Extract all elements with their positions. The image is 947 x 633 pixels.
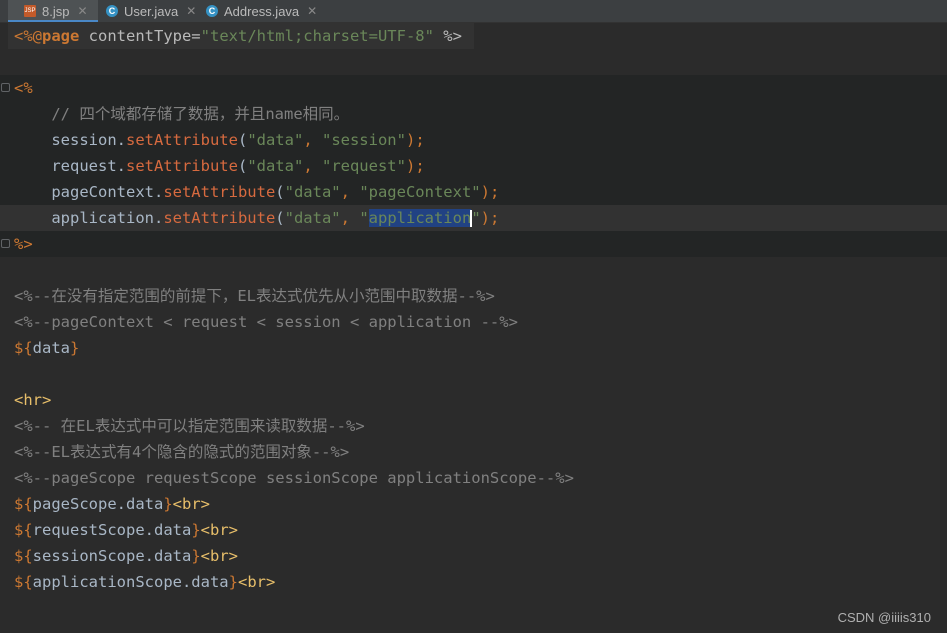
tab-label: Address.java <box>224 3 300 19</box>
comma: , <box>303 131 322 149</box>
code-line-16: <%-- 在EL表达式中可以指定范围来读取数据--%> <box>14 413 365 439</box>
html-tag: <br> <box>200 547 238 565</box>
string-literal: "session" <box>321 131 406 149</box>
statement-end: ); <box>405 131 425 149</box>
string-literal: "pageContext" <box>359 183 481 201</box>
el-expression: applicationScope.data <box>32 573 229 591</box>
code-line-4: // 四个域都存储了数据，并且name相同。 <box>14 101 349 127</box>
html-tag: <hr> <box>14 391 52 409</box>
statement-end: ); <box>405 157 425 175</box>
paren: ( <box>237 157 248 175</box>
el-open: ${ <box>14 521 33 539</box>
java-class-icon: C <box>206 5 218 17</box>
string-literal: "data" <box>284 209 341 227</box>
paren: ( <box>275 183 285 201</box>
method-name: setAttribute <box>125 131 238 149</box>
string-literal: "request" <box>321 157 406 175</box>
object-ref: request. <box>14 157 126 175</box>
code-line-1: <%@page contentType="text/html;charset=U… <box>14 23 462 49</box>
editor-tab-bar: JSP 8.jsp ✕ C User.java ✕ C Address.java… <box>0 0 947 23</box>
jsp-comment: <%-- 在EL表达式中可以指定范围来读取数据--%> <box>14 417 365 435</box>
code-editor[interactable]: <%@page contentType="text/html;charset=U… <box>0 23 947 633</box>
code-line-20: ${requestScope.data}<br> <box>14 517 238 543</box>
close-tab-icon[interactable]: ✕ <box>77 4 87 18</box>
java-class-icon: C <box>106 5 118 17</box>
tab-user-java[interactable]: C User.java ✕ <box>98 0 204 22</box>
jsp-comment: <%--pageScope requestScope sessionScope … <box>14 469 574 487</box>
attribute-value: "text/html;charset=UTF-8" <box>200 27 434 45</box>
el-close: } <box>191 521 201 539</box>
code-line-15: <hr> <box>14 387 51 413</box>
java-comment: // 四个域都存储了数据，并且name相同。 <box>14 105 350 123</box>
directive-close: %> <box>433 27 462 45</box>
code-line-7: pageContext.setAttribute("data", "pageCo… <box>14 179 499 205</box>
statement-end: ); <box>480 209 500 227</box>
method-name: setAttribute <box>163 209 276 227</box>
code-line-12: <%--pageContext < request < session < ap… <box>14 309 518 335</box>
selected-text[interactable]: application <box>368 209 472 227</box>
tab-label: User.java <box>124 3 179 19</box>
code-line-18: <%--pageScope requestScope sessionScope … <box>14 465 574 491</box>
html-tag: <br> <box>172 495 210 513</box>
code-line-21: ${sessionScope.data}<br> <box>14 543 238 569</box>
el-open: ${ <box>14 339 33 357</box>
code-line-9: %> <box>14 231 33 257</box>
el-open: ${ <box>14 573 33 591</box>
method-name: setAttribute <box>163 183 276 201</box>
comma: , <box>340 183 360 201</box>
tab-8-jsp[interactable]: JSP 8.jsp ✕ <box>8 0 98 22</box>
el-open: ${ <box>14 495 33 513</box>
watermark: CSDN @iiiis310 <box>837 610 931 625</box>
el-close: } <box>163 495 173 513</box>
el-close: } <box>228 573 238 591</box>
el-expression: sessionScope.data <box>32 547 192 565</box>
fold-close-icon[interactable] <box>1 239 10 248</box>
el-close: } <box>191 547 201 565</box>
page-keyword: page <box>42 27 80 45</box>
el-expression: requestScope.data <box>32 521 192 539</box>
scriptlet-close: %> <box>14 235 33 253</box>
el-expression: data <box>32 339 70 357</box>
quote: " <box>471 209 481 227</box>
tab-label: 8.jsp <box>42 3 70 19</box>
code-line-22: ${applicationScope.data}<br> <box>14 569 275 595</box>
el-expression: pageScope.data <box>32 495 164 513</box>
html-tag: <br> <box>200 521 238 539</box>
paren: ( <box>275 209 285 227</box>
comma: , <box>303 157 322 175</box>
fold-open-icon[interactable] <box>1 83 10 92</box>
code-line-3: <% <box>14 75 33 101</box>
close-tab-icon[interactable]: ✕ <box>307 4 317 18</box>
code-line-19: ${pageScope.data}<br> <box>14 491 210 517</box>
jsp-comment: <%--EL表达式有4个隐含的隐式的范围对象--%> <box>14 443 350 461</box>
jsp-directive-open: <%@ <box>14 27 42 45</box>
quote: " <box>359 209 369 227</box>
string-literal: "data" <box>247 131 304 149</box>
jsp-file-icon: JSP <box>24 5 36 17</box>
code-line-13: ${data} <box>14 335 79 361</box>
object-ref: pageContext. <box>14 183 164 201</box>
close-tab-icon[interactable]: ✕ <box>186 4 196 18</box>
comma: , <box>340 209 360 227</box>
el-close: } <box>70 339 80 357</box>
string-literal: "data" <box>284 183 341 201</box>
html-tag: <br> <box>237 573 276 591</box>
statement-end: ); <box>480 183 500 201</box>
code-line-5: session.setAttribute("data", "session"); <box>14 127 425 153</box>
el-open: ${ <box>14 547 33 565</box>
string-literal: "data" <box>247 157 304 175</box>
object-ref: application. <box>14 209 164 227</box>
object-ref: session. <box>14 131 126 149</box>
code-line-17: <%--EL表达式有4个隐含的隐式的范围对象--%> <box>14 439 349 465</box>
jsp-comment: <%--在没有指定范围的前提下，EL表达式优先从小范围中取数据--%> <box>14 287 495 305</box>
code-line-8: application.setAttribute("data", "applic… <box>14 205 499 231</box>
tab-address-java[interactable]: C Address.java ✕ <box>198 0 325 22</box>
code-line-11: <%--在没有指定范围的前提下，EL表达式优先从小范围中取数据--%> <box>14 283 495 309</box>
paren: ( <box>237 131 248 149</box>
method-name: setAttribute <box>125 157 238 175</box>
code-line-6: request.setAttribute("data", "request"); <box>14 153 425 179</box>
attribute-name: contentType= <box>79 27 201 45</box>
jsp-comment: <%--pageContext < request < session < ap… <box>14 313 518 331</box>
scriptlet-open: <% <box>14 79 33 97</box>
